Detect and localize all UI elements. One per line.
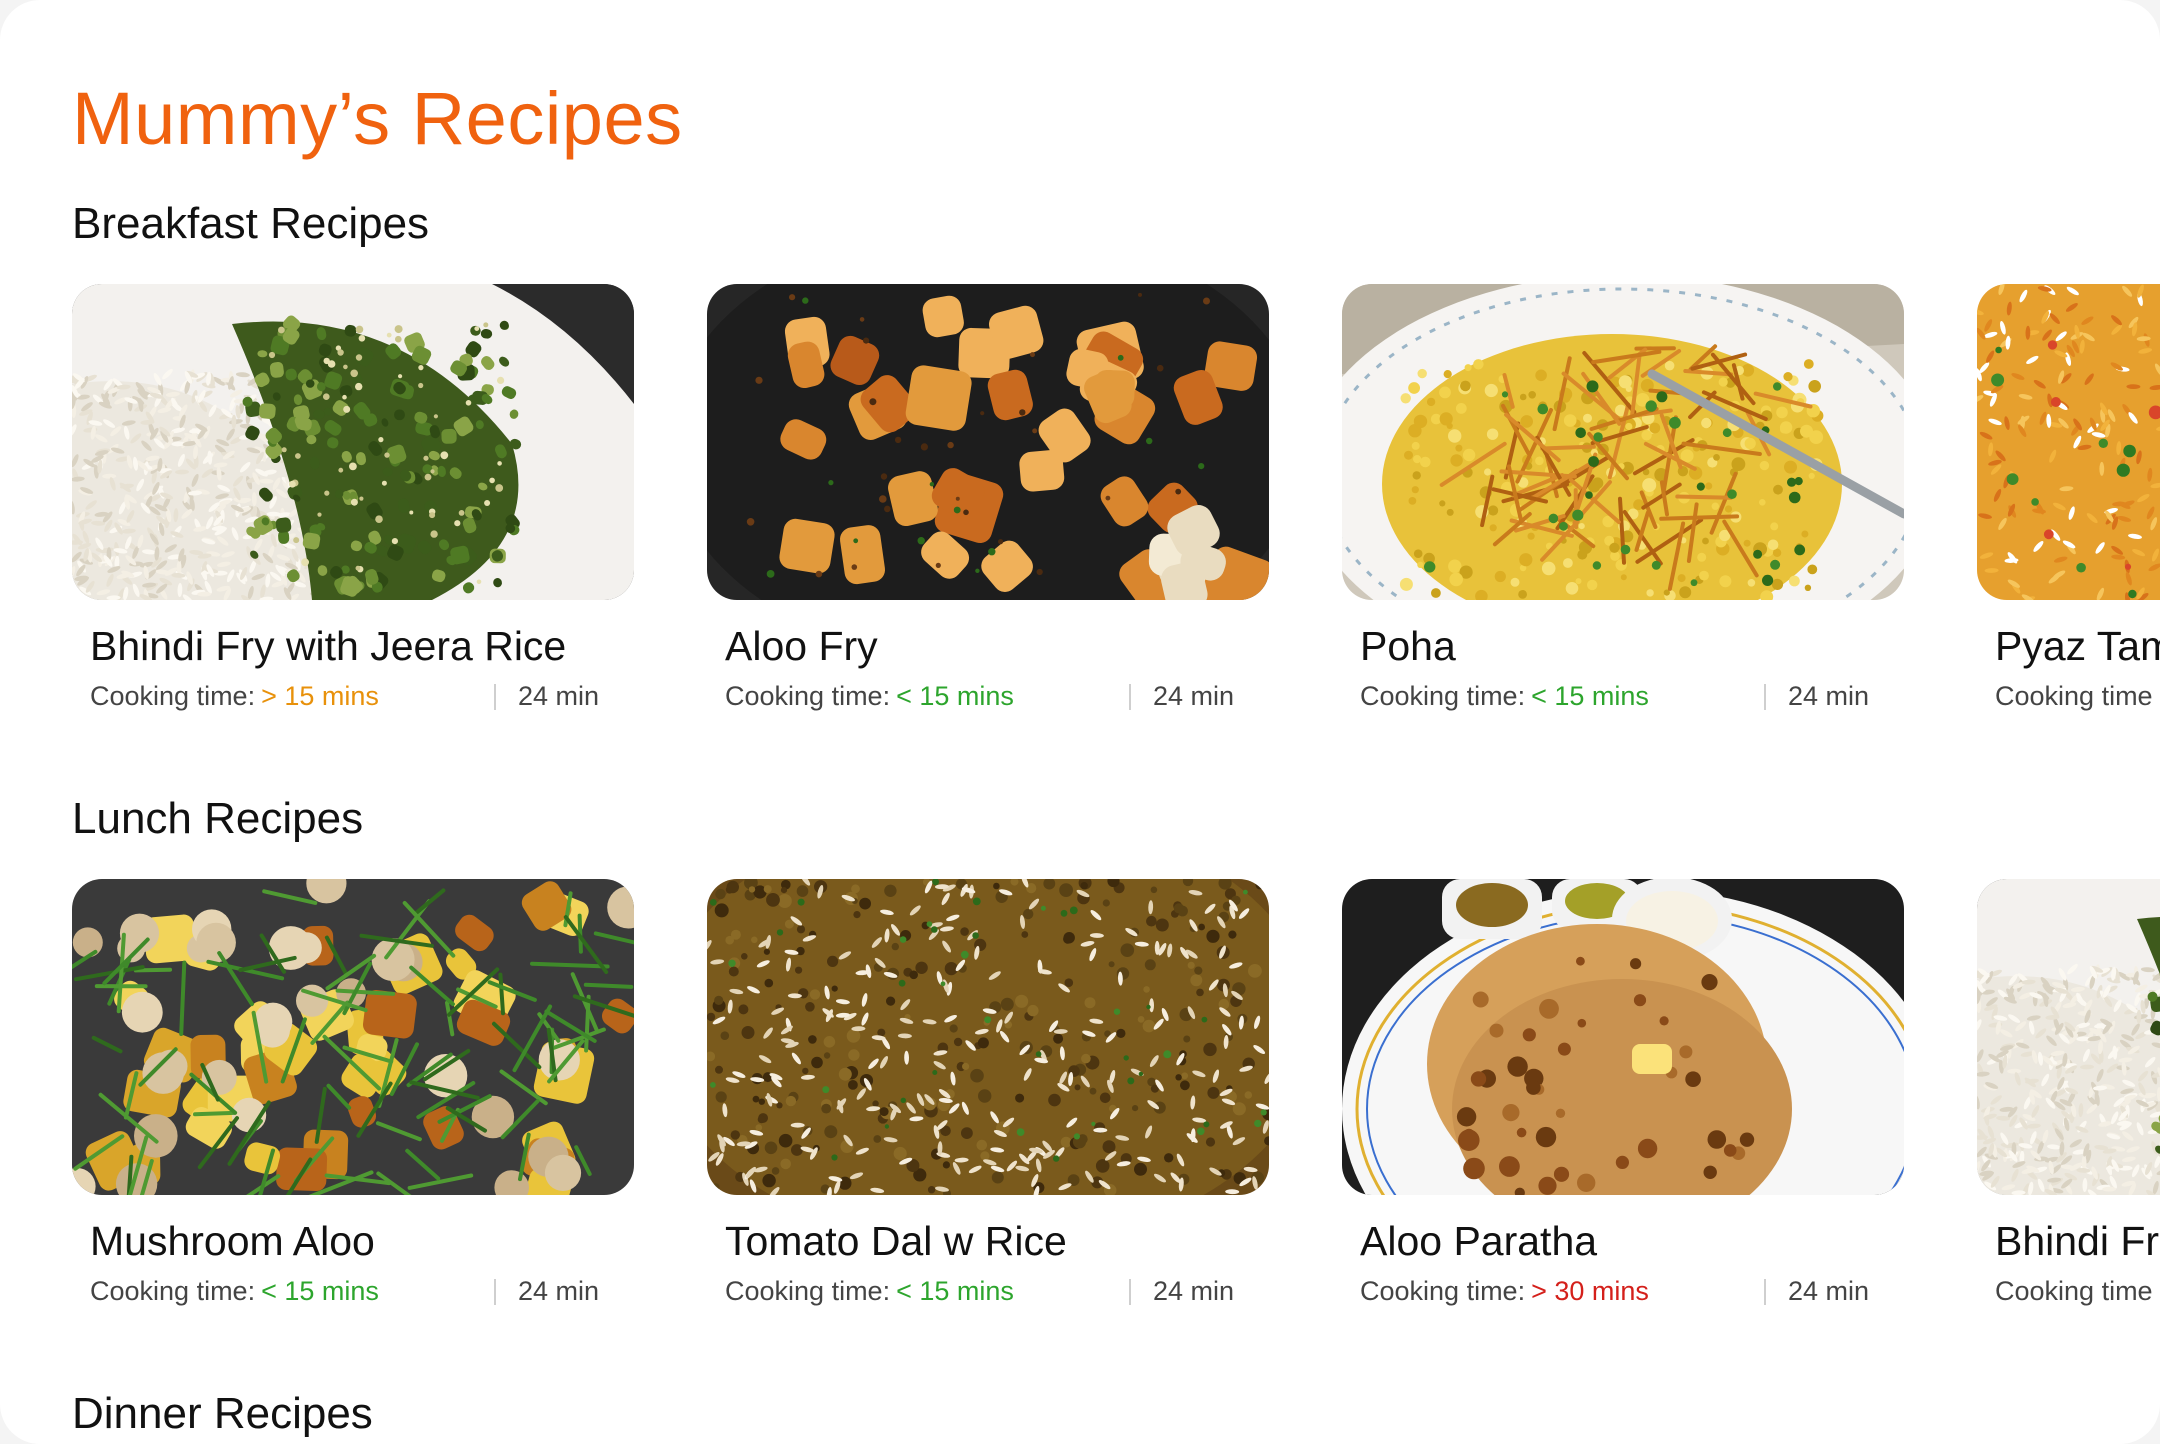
cooking-time-label: Cooking time — [1995, 681, 2153, 711]
recipe-meta: Cooking time: < 15 mins 24 min — [90, 1276, 610, 1307]
duration-text: 24 min — [1788, 681, 1870, 711]
section-title: Dinner Recipes — [72, 1389, 373, 1438]
page-title: Mummy’s Recipes — [72, 77, 683, 160]
section-title: Lunch Recipes — [72, 794, 364, 843]
recipe-meta: Cooking time: < 15 mins 24 min — [725, 1276, 1245, 1307]
recipe-card-mushroom-aloo[interactable]: Mushroom Aloo Cooking time: < 15 mins 24 mi… — [72, 879, 634, 1306]
recipe-image[interactable] — [1342, 879, 1904, 1195]
recipe-title[interactable]: Bhindi Fr — [1995, 1218, 2159, 1264]
recipe-title[interactable]: Tomato Dal w Rice — [725, 1218, 1067, 1264]
section-lunch-recipes: Lunch Recipes Mushroom Aloo Cooking time:… — [72, 794, 2160, 1306]
duration-text: 24 min — [518, 1276, 600, 1306]
recipe-title[interactable]: Mushroom Aloo — [90, 1218, 375, 1264]
duration-text: 24 min — [1788, 1276, 1870, 1306]
recipe-image[interactable] — [1342, 284, 1904, 600]
recipe-row: Mushroom Aloo Cooking time: < 15 mins 24 mi… — [72, 879, 2160, 1306]
recipe-image[interactable] — [1977, 284, 2160, 600]
cooking-time-label: Cooking time: — [1360, 1276, 1526, 1306]
meta-divider — [1129, 1279, 1131, 1305]
recipe-title[interactable]: Bhindi Fry with Jeera Rice — [90, 623, 566, 669]
meta-divider — [494, 1279, 496, 1305]
recipe-meta: Cooking time: < 15 mins 24 min — [1360, 681, 1880, 712]
recipe-image[interactable] — [707, 879, 1269, 1195]
cooking-time-badge: < 15 mins — [896, 681, 1014, 711]
recipe-title[interactable]: Pyaz Tam — [1995, 623, 2160, 669]
recipe-card-poha[interactable]: Poha Cooking time: < 15 mins 24 min — [1342, 284, 1904, 711]
section-dinner-recipes: Dinner Recipes — [72, 1389, 2160, 1438]
recipe-image[interactable] — [1977, 879, 2160, 1195]
cooking-time-label: Cooking time: — [725, 681, 891, 711]
meta-divider — [1764, 684, 1766, 710]
recipe-meta: Cooking time: > 30 mins 24 min — [1360, 1276, 1880, 1307]
duration-text: 24 min — [518, 681, 600, 711]
cooking-time-badge: < 15 mins — [261, 1276, 379, 1306]
cooking-time-label: Cooking time: — [1360, 681, 1526, 711]
cooking-time-badge: > 30 mins — [1531, 1276, 1649, 1306]
meta-divider — [1129, 684, 1131, 710]
duration-text: 24 min — [1153, 1276, 1235, 1306]
meta-divider — [1764, 1279, 1766, 1305]
recipe-meta: Cooking time — [1995, 681, 2160, 712]
recipe-title[interactable]: Poha — [1360, 623, 1456, 669]
cooking-time-badge: > 15 mins — [261, 681, 379, 711]
app-frame: Mummy’s Recipes Breakfast Recipes Bhindi… — [0, 0, 2160, 1444]
recipe-card-pyaz-tam[interactable]: Pyaz Tam Cooking time — [1977, 284, 2160, 711]
recipe-row: Bhindi Fry with Jeera Rice Cooking time: >… — [72, 284, 2160, 711]
recipe-title[interactable]: Aloo Fry — [725, 623, 878, 669]
meta-divider — [494, 684, 496, 710]
section-breakfast-recipes: Breakfast Recipes Bhindi Fry with Jeera … — [72, 199, 2160, 711]
recipe-card-bhindi-fry-with-jeera-rice[interactable]: Bhindi Fry with Jeera Rice Cooking time: >… — [72, 284, 634, 711]
cooking-time-label: Cooking time — [1995, 1276, 2153, 1306]
section-title: Breakfast Recipes — [72, 199, 430, 248]
recipe-card-aloo-fry[interactable]: Aloo Fry Cooking time: < 15 mins 24 min — [707, 284, 1269, 711]
cooking-time-label: Cooking time: — [90, 681, 256, 711]
recipe-image[interactable] — [72, 879, 634, 1195]
cooking-time-badge: < 15 mins — [896, 1276, 1014, 1306]
recipe-title[interactable]: Aloo Paratha — [1360, 1218, 1597, 1264]
recipe-card-tomato-dal-w-rice[interactable]: Tomato Dal w Rice Cooking time: < 15 mins 2… — [707, 879, 1269, 1306]
recipe-meta: Cooking time: > 15 mins 24 min — [90, 681, 610, 712]
recipe-meta: Cooking time: < 15 mins 24 min — [725, 681, 1245, 712]
recipe-image[interactable] — [72, 284, 634, 600]
cooking-time-badge: < 15 mins — [1531, 681, 1649, 711]
recipe-meta: Cooking time — [1995, 1276, 2160, 1307]
recipe-image[interactable] — [707, 284, 1269, 600]
cooking-time-label: Cooking time: — [725, 1276, 891, 1306]
duration-text: 24 min — [1153, 681, 1235, 711]
recipe-card-bhindi-fr[interactable]: Bhindi Fr Cooking time — [1977, 879, 2160, 1306]
cooking-time-label: Cooking time: — [90, 1276, 256, 1306]
recipe-card-aloo-paratha[interactable]: Aloo Paratha Cooking time: > 30 mins 24 min — [1342, 879, 1904, 1306]
